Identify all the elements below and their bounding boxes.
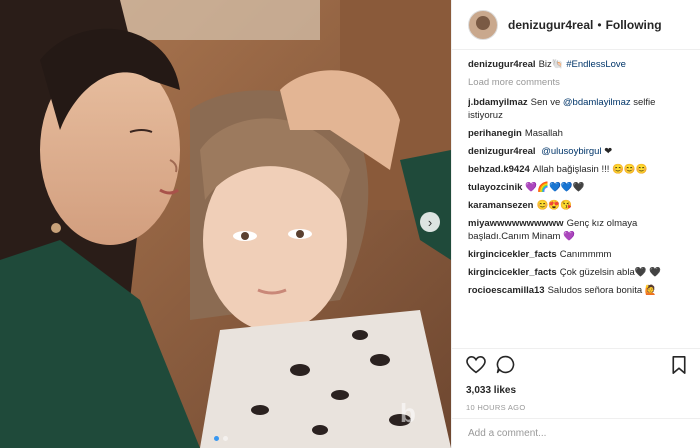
comment-text-after: ❤ <box>604 146 613 157</box>
comment-text: Masallah <box>524 128 563 139</box>
watermark-logo: b <box>400 398 416 428</box>
next-arrow-icon[interactable]: › <box>420 212 440 232</box>
separator-dot: • <box>597 17 602 32</box>
comment-username[interactable]: tulayozcinik <box>468 182 522 193</box>
comment-text: Çok güzelsin abla🖤 🖤 <box>559 267 662 278</box>
comment-username[interactable]: kirgincicekler_facts <box>468 267 557 278</box>
comment-username[interactable]: j.bdamyilmaz <box>468 97 528 108</box>
comment-icon[interactable] <box>496 355 515 379</box>
comment-username[interactable]: karamansezen <box>468 200 533 211</box>
post-timestamp[interactable]: 10 HOURS AGO <box>466 403 686 412</box>
comment-username[interactable]: behzad.k9424 <box>468 164 530 175</box>
post-header: denizugur4real • Following <box>452 0 700 50</box>
comment-mention[interactable]: @ulusoybirgul <box>541 146 601 157</box>
add-comment-input[interactable]: Add a comment... <box>452 418 700 448</box>
comment-username[interactable]: miyawwwwwwwwww <box>468 218 564 229</box>
caption-text: Biz🐚 <box>538 59 564 70</box>
carousel-indicator <box>214 436 228 441</box>
comment-text: 😊😍😘 <box>536 200 572 211</box>
bookmark-icon[interactable] <box>672 355 686 379</box>
comment-item: miyawwwwwwwwww Genç kız olmaya başladı.Ca… <box>468 217 692 243</box>
comment-username[interactable]: denizugur4real <box>468 146 536 157</box>
instagram-post: › b denizugur4real • Following denizugur… <box>0 0 700 448</box>
post-photo[interactable]: › b <box>0 0 451 448</box>
comment-mention[interactable]: @bdamlayilmaz <box>563 97 631 108</box>
comment-username[interactable]: perihanegin <box>468 128 522 139</box>
heart-icon[interactable] <box>466 355 486 379</box>
comment-text: Saludos señora bonita 🙋 <box>547 285 657 296</box>
comment-item: kirgincicekler_facts Canımmmm <box>468 248 692 261</box>
avatar[interactable] <box>468 9 498 40</box>
likes-count[interactable]: 3,033 likes <box>466 385 686 396</box>
post-side-panel: denizugur4real • Following denizugur4rea… <box>451 0 700 448</box>
following-button[interactable]: Following <box>606 18 662 32</box>
carousel-dot <box>214 436 219 441</box>
comment-item: karamansezen 😊😍😘 <box>468 199 692 212</box>
comment-item: kirgincicekler_facts Çok güzelsin abla🖤 🖤 <box>468 266 692 279</box>
comment-item: rocioescamilla13 Saludos señora bonita 🙋 <box>468 284 692 297</box>
comment-text: Canımmmm <box>559 249 612 260</box>
caption: denizugur4real Biz🐚 #EndlessLove <box>468 58 692 71</box>
load-more-comments-button[interactable]: Load more comments <box>468 76 692 89</box>
comment-username[interactable]: rocioescamilla13 <box>468 285 545 296</box>
comment-text: Allah bağişlasin !!! 😊😊😊 <box>532 164 648 175</box>
photo-illustration <box>0 0 451 448</box>
caption-hashtag[interactable]: #EndlessLove <box>566 59 626 70</box>
comment-item: j.bdamyilmaz Sen ve @bdamlayilmaz selfie … <box>468 96 692 122</box>
post-username[interactable]: denizugur4real <box>508 18 593 32</box>
comment-item: tulayozcinik 💜🌈💙💙🖤 <box>468 181 692 194</box>
comments-list[interactable]: denizugur4real Biz🐚 #EndlessLove Load mor… <box>468 58 692 343</box>
caption-username[interactable]: denizugur4real <box>468 59 536 70</box>
comment-item: denizugur4real @ulusoybirgul ❤ <box>468 145 692 158</box>
comment-text: 💜🌈💙💙🖤 <box>525 182 585 193</box>
comment-item: perihanegin Masallah <box>468 127 692 140</box>
comment-text: Sen ve <box>530 97 561 108</box>
action-bar: 3,033 likes 10 HOURS AGO <box>452 348 700 412</box>
comment-username[interactable]: kirgincicekler_facts <box>468 249 557 260</box>
carousel-dot <box>223 436 228 441</box>
comment-item: behzad.k9424 Allah bağişlasin !!! 😊😊😊 <box>468 163 692 176</box>
